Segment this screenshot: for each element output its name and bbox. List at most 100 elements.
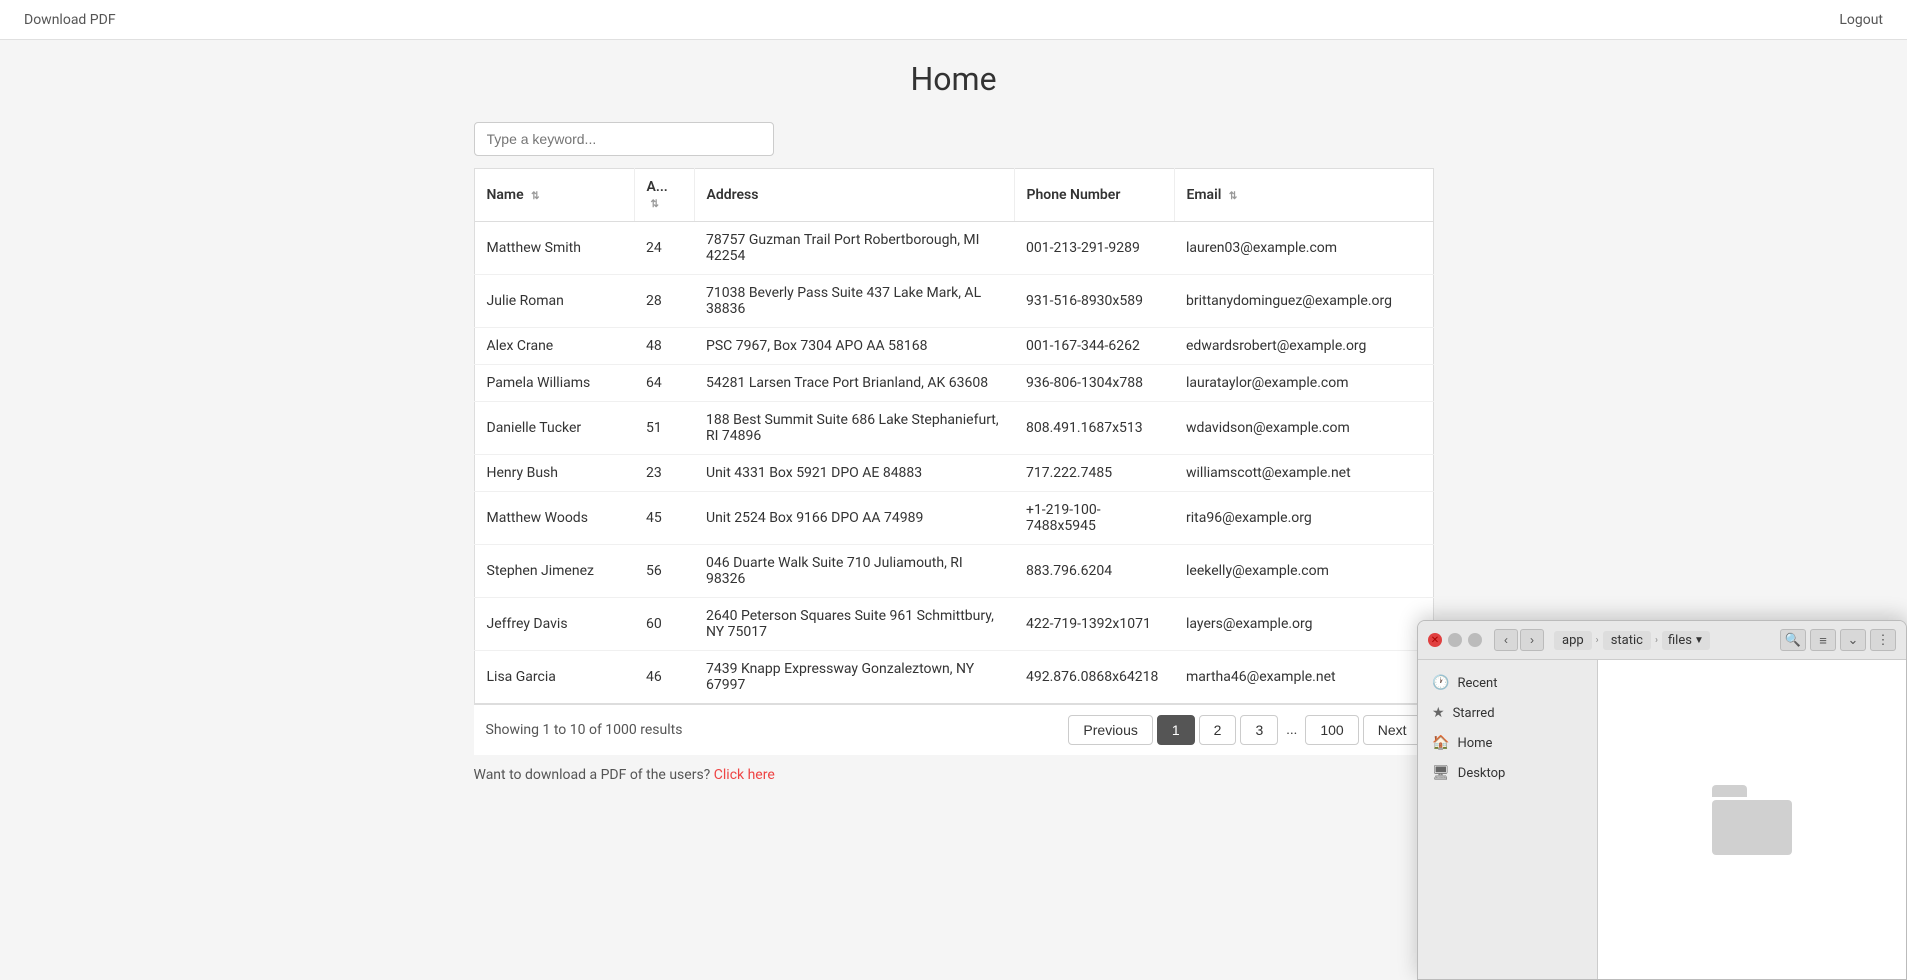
table-row: Lisa Garcia 46 7439 Knapp Expressway Gon… xyxy=(474,651,1433,704)
page-100-button[interactable]: 100 xyxy=(1305,715,1358,745)
cell-phone: 808.491.1687x513 xyxy=(1014,402,1174,455)
table-row: Jeffrey Davis 60 2640 Peterson Squares S… xyxy=(474,598,1433,651)
fm-nav-buttons: ‹ › xyxy=(1494,629,1544,651)
table-row: Pamela Williams 64 54281 Larsen Trace Po… xyxy=(474,365,1433,402)
cell-phone: 001-167-344-6262 xyxy=(1014,328,1174,365)
cell-address: 71038 Beverly Pass Suite 437 Lake Mark, … xyxy=(694,275,1014,328)
cell-age: 64 xyxy=(634,365,694,402)
cell-email: rita96@example.org xyxy=(1174,492,1433,545)
fm-minimize-button[interactable] xyxy=(1448,633,1462,647)
page-title: Home xyxy=(474,60,1434,98)
fm-folder-icon xyxy=(1712,785,1792,855)
fm-close-button[interactable]: ✕ xyxy=(1428,633,1442,647)
cell-address: 188 Best Summit Suite 686 Lake Stephanie… xyxy=(694,402,1014,455)
prev-button[interactable]: Previous xyxy=(1068,715,1152,745)
fm-sidebar-desktop[interactable]: 🖥 Desktop xyxy=(1418,758,1597,788)
table-body: Matthew Smith 24 78757 Guzman Trail Port… xyxy=(474,222,1433,704)
cell-email: lauren03@example.com xyxy=(1174,222,1433,275)
cell-address: 54281 Larsen Trace Port Brianland, AK 63… xyxy=(694,365,1014,402)
fm-sort-button[interactable]: ⌄ xyxy=(1840,629,1866,651)
sort-arrows-age: ⇅ xyxy=(651,199,659,210)
cell-phone: 492.876.0868x64218 xyxy=(1014,651,1174,704)
cell-age: 51 xyxy=(634,402,694,455)
cell-phone: +1-219-100-7488x5945 xyxy=(1014,492,1174,545)
fm-actions: 🔍 ≡ ⌄ ⋮ xyxy=(1780,629,1896,651)
cell-name: Danielle Tucker xyxy=(474,402,634,455)
cell-phone: 931-516-8930x589 xyxy=(1014,275,1174,328)
cell-name: Pamela Williams xyxy=(474,365,634,402)
fm-body: 🕐 Recent ★ Starred 🏠 Home 🖥 Desktop xyxy=(1418,660,1906,979)
sort-arrows-name: ⇅ xyxy=(531,191,539,202)
fm-back-button[interactable]: ‹ xyxy=(1494,629,1518,651)
fm-maximize-button[interactable] xyxy=(1468,633,1482,647)
cell-email: martha46@example.net xyxy=(1174,651,1433,704)
page-2-button[interactable]: 2 xyxy=(1199,715,1237,745)
fm-path-files-dropdown[interactable]: files ▼ xyxy=(1662,631,1710,650)
col-email[interactable]: Email ⇅ xyxy=(1174,169,1433,222)
fm-recent-label: Recent xyxy=(1457,676,1497,691)
col-age[interactable]: A... ⇅ xyxy=(634,169,694,222)
fm-folder-tab xyxy=(1712,785,1747,797)
cell-age: 56 xyxy=(634,545,694,598)
cell-name: Julie Roman xyxy=(474,275,634,328)
data-table: Name ⇅ A... ⇅ Address Phone Number Email… xyxy=(474,168,1434,704)
table-row: Stephen Jimenez 56 046 Duarte Walk Suite… xyxy=(474,545,1433,598)
cell-phone: 936-806-1304x788 xyxy=(1014,365,1174,402)
table-row: Julie Roman 28 71038 Beverly Pass Suite … xyxy=(474,275,1433,328)
table-row: Henry Bush 23 Unit 4331 Box 5921 DPO AE … xyxy=(474,455,1433,492)
cell-email: edwardsrobert@example.org xyxy=(1174,328,1433,365)
cell-address: Unit 4331 Box 5921 DPO AE 84883 xyxy=(694,455,1014,492)
cell-name: Matthew Smith xyxy=(474,222,634,275)
fm-main-area xyxy=(1598,660,1906,979)
cell-phone: 422-719-1392x1071 xyxy=(1014,598,1174,651)
page-1-button[interactable]: 1 xyxy=(1157,715,1195,745)
search-input[interactable] xyxy=(474,122,774,156)
fm-sidebar-starred[interactable]: ★ Starred xyxy=(1418,698,1597,728)
fm-menu-button[interactable]: ⋮ xyxy=(1870,629,1896,651)
fm-desktop-label: Desktop xyxy=(1458,766,1506,781)
pagination-row: Showing 1 to 10 of 1000 results Previous… xyxy=(474,704,1434,755)
cell-address: 7439 Knapp Expressway Gonzaleztown, NY 6… xyxy=(694,651,1014,704)
fm-sidebar-home[interactable]: 🏠 Home xyxy=(1418,728,1597,758)
fm-starred-label: Starred xyxy=(1453,706,1495,721)
cell-phone: 001-213-291-9289 xyxy=(1014,222,1174,275)
download-link[interactable]: Click here xyxy=(714,767,775,783)
table-row: Alex Crane 48 PSC 7967, Box 7304 APO AA … xyxy=(474,328,1433,365)
fm-folder-body xyxy=(1712,800,1792,855)
cell-name: Jeffrey Davis xyxy=(474,598,634,651)
next-button[interactable]: Next xyxy=(1363,715,1422,745)
home-icon: 🏠 xyxy=(1432,735,1449,751)
cell-name: Lisa Garcia xyxy=(474,651,634,704)
table-row: Matthew Smith 24 78757 Guzman Trail Port… xyxy=(474,222,1433,275)
ellipsis: ... xyxy=(1282,716,1301,744)
cell-phone: 717.222.7485 xyxy=(1014,455,1174,492)
download-row: Want to download a PDF of the users? Cli… xyxy=(474,755,1434,795)
fm-sidebar: 🕐 Recent ★ Starred 🏠 Home 🖥 Desktop xyxy=(1418,660,1598,979)
col-name[interactable]: Name ⇅ xyxy=(474,169,634,222)
fm-forward-button[interactable]: › xyxy=(1520,629,1544,651)
cell-address: 046 Duarte Walk Suite 710 Juliamouth, RI… xyxy=(694,545,1014,598)
col-address: Address xyxy=(694,169,1014,222)
table-header: Name ⇅ A... ⇅ Address Phone Number Email… xyxy=(474,169,1433,222)
page-3-button[interactable]: 3 xyxy=(1240,715,1278,745)
fm-view-list-button[interactable]: ≡ xyxy=(1810,629,1836,651)
logout-link[interactable]: Logout xyxy=(1839,12,1883,28)
cell-address: 2640 Peterson Squares Suite 961 Schmittb… xyxy=(694,598,1014,651)
cell-address: Unit 2524 Box 9166 DPO AA 74989 xyxy=(694,492,1014,545)
fm-search-button[interactable]: 🔍 xyxy=(1780,629,1806,651)
desktop-icon: 🖥 xyxy=(1432,765,1450,781)
cell-age: 28 xyxy=(634,275,694,328)
cell-name: Alex Crane xyxy=(474,328,634,365)
fm-titlebar: ✕ ‹ › app › static › files ▼ 🔍 ≡ ⌄ ⋮ xyxy=(1418,621,1906,660)
cell-phone: 883.796.6204 xyxy=(1014,545,1174,598)
starred-icon: ★ xyxy=(1432,705,1445,721)
download-pdf-link[interactable]: Download PDF xyxy=(24,12,116,28)
cell-age: 48 xyxy=(634,328,694,365)
fm-path-static[interactable]: static xyxy=(1603,631,1651,650)
col-phone: Phone Number xyxy=(1014,169,1174,222)
fm-sidebar-recent[interactable]: 🕐 Recent xyxy=(1418,668,1597,698)
pagination-controls: Previous 1 2 3 ... 100 Next xyxy=(1068,715,1421,745)
cell-name: Matthew Woods xyxy=(474,492,634,545)
fm-path-app[interactable]: app xyxy=(1554,631,1592,650)
cell-address: 78757 Guzman Trail Port Robertborough, M… xyxy=(694,222,1014,275)
